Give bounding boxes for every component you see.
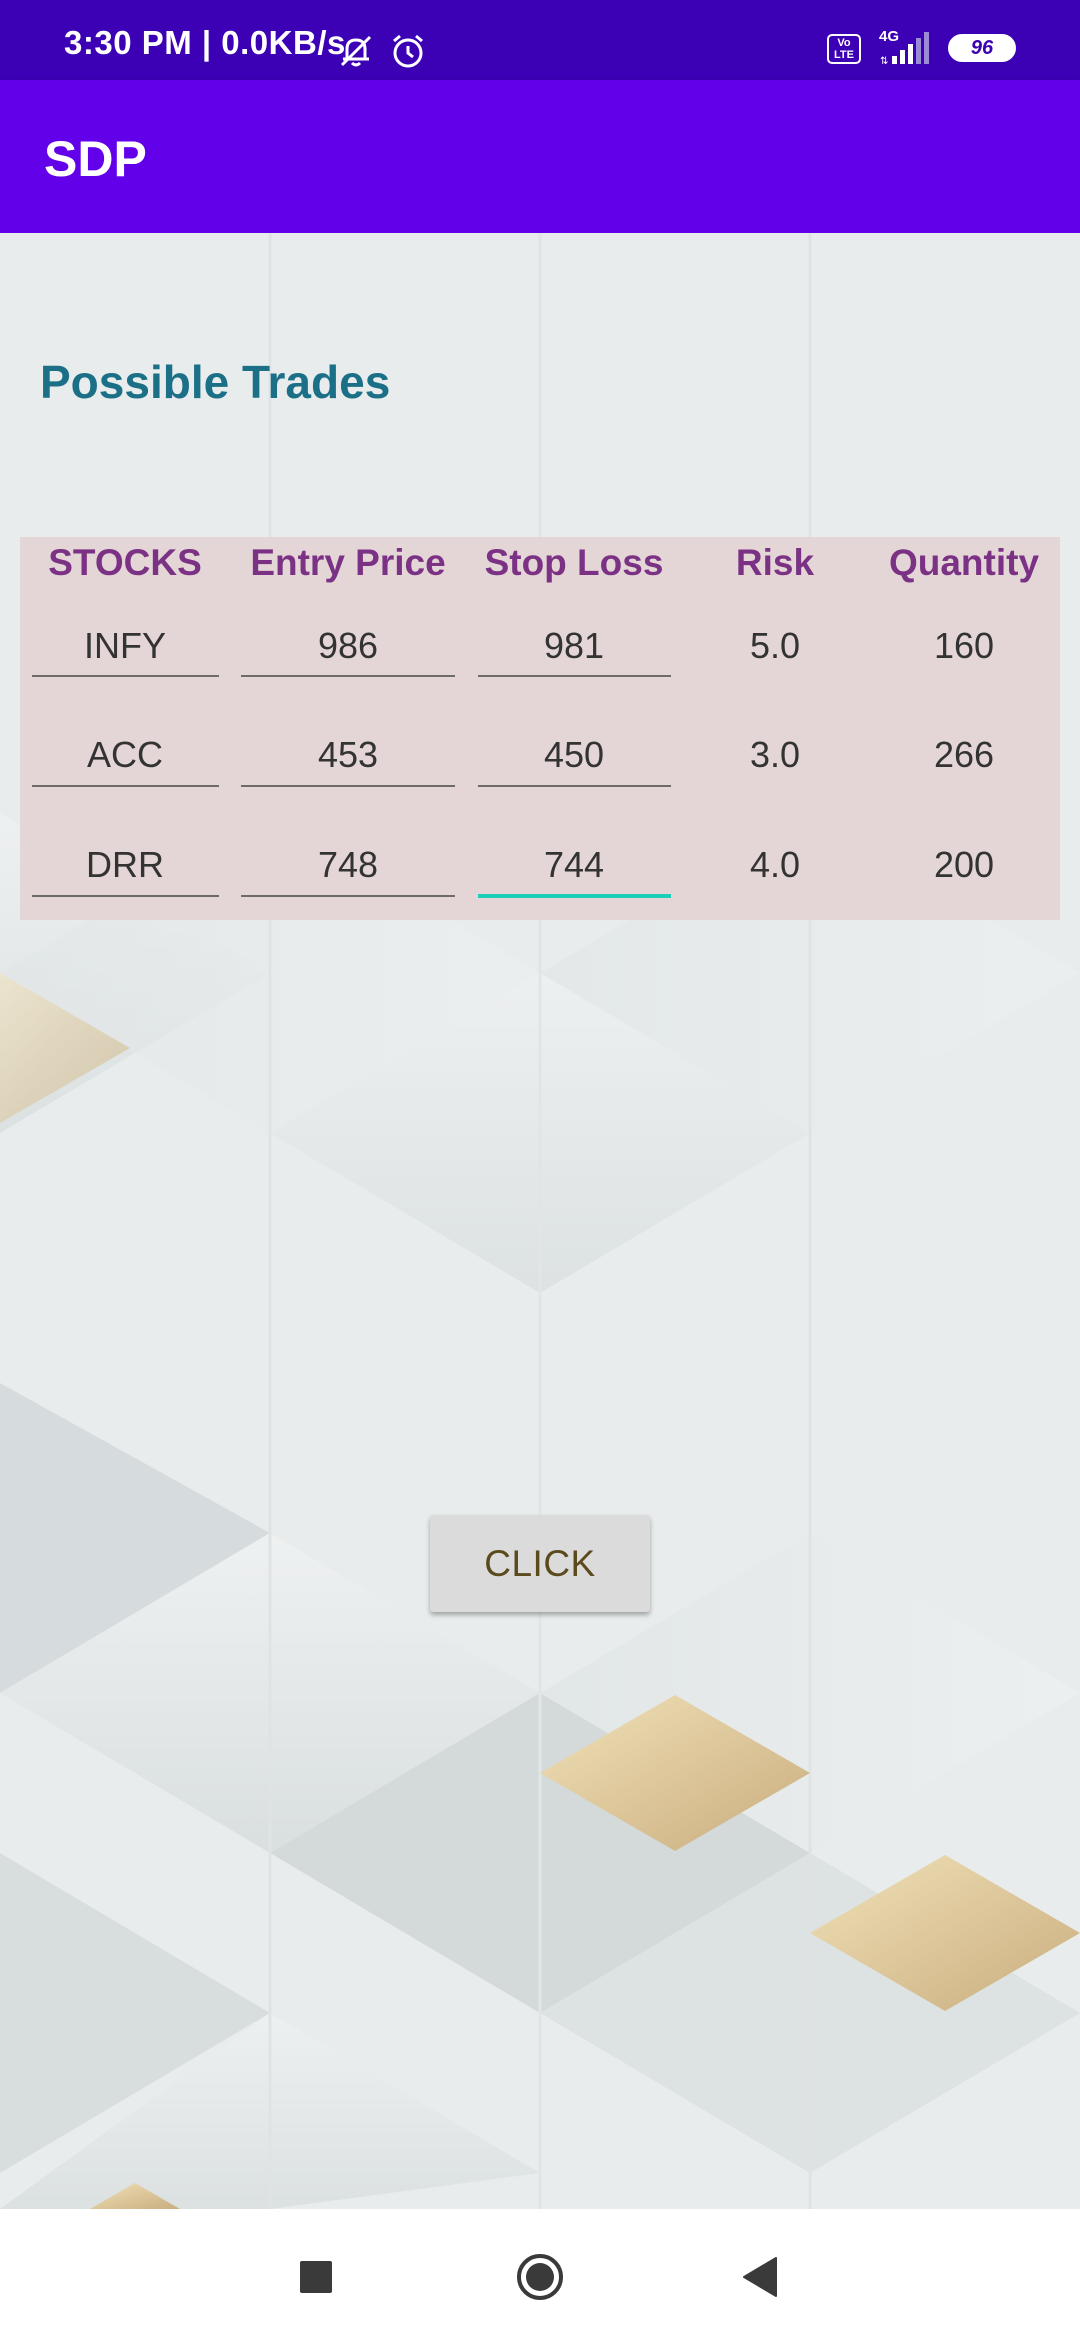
stock-field[interactable]: DRR (86, 844, 164, 886)
header-stocks: STOCKS (48, 542, 202, 583)
app-bar: SDP (0, 80, 1080, 233)
stop-loss-field[interactable]: 450 (544, 734, 604, 776)
status-time-speed: 3:30 PM | 0.0KB/s (64, 24, 346, 61)
trades-table (20, 537, 1060, 920)
risk-value: 4.0 (749, 844, 801, 885)
quantity-value: 266 (933, 734, 995, 775)
header-quantity: Quantity (888, 542, 1040, 583)
app-title: SDP (44, 131, 147, 187)
header-entry-price: Entry Price (250, 542, 446, 583)
entry-price-field[interactable]: 986 (318, 625, 378, 667)
entry-price-field-underline (241, 675, 455, 677)
entry-price-field-underline (241, 895, 455, 897)
silent-bell-icon (337, 32, 375, 75)
home-circle-icon[interactable] (515, 2252, 565, 2302)
stop-loss-field-focused-underline (478, 894, 671, 898)
entry-price-field[interactable]: 748 (318, 844, 378, 886)
stop-loss-field[interactable]: 981 (544, 625, 604, 667)
stock-field-underline (32, 785, 219, 787)
header-risk: Risk (735, 542, 815, 583)
entry-price-field-underline (241, 785, 455, 787)
navigation-bar (0, 2209, 1080, 2340)
stop-loss-field-underline (478, 785, 671, 787)
recents-square-icon[interactable] (300, 2261, 332, 2293)
stock-field[interactable]: ACC (87, 734, 163, 776)
stock-field-underline (32, 675, 219, 677)
stop-loss-field-focused[interactable]: 744 (544, 844, 604, 886)
status-bar: 3:30 PM | 0.0KB/s Vo LTE 4G ⇅ 96 (0, 0, 1080, 80)
quantity-value: 200 (933, 844, 995, 885)
back-triangle-icon[interactable] (742, 2256, 778, 2298)
battery-icon: 96 (948, 34, 1016, 62)
stop-loss-field-underline (478, 675, 671, 677)
background-pattern (0, 233, 1080, 2209)
volte-icon: Vo LTE (827, 34, 861, 64)
page-heading: Possible Trades (40, 356, 391, 408)
svg-text:⇅: ⇅ (880, 56, 888, 66)
risk-value: 3.0 (749, 734, 801, 775)
stock-field[interactable]: INFY (84, 625, 166, 667)
header-stop-loss: Stop Loss (484, 542, 664, 583)
signal-icon: ⇅ (880, 30, 934, 71)
battery-level: 96 (970, 37, 994, 59)
quantity-value: 160 (933, 625, 995, 666)
stock-field-underline (32, 895, 219, 897)
alarm-icon (389, 32, 427, 75)
risk-value: 5.0 (749, 625, 801, 666)
entry-price-field[interactable]: 453 (318, 734, 378, 776)
click-button[interactable]: CLICK (430, 1515, 650, 1612)
